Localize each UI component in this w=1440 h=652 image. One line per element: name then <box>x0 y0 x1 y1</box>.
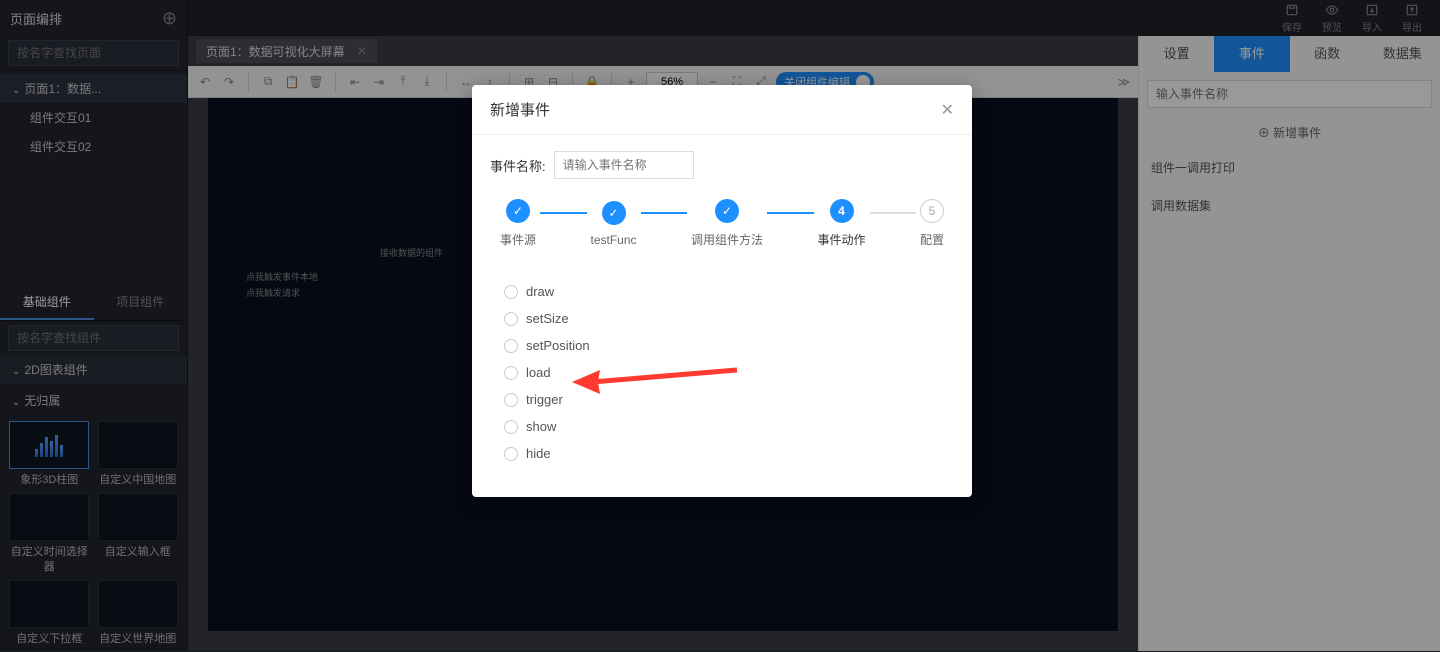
radio-show[interactable]: show <box>504 413 954 440</box>
wizard-steps: ✓事件源 ✓testFunc ✓调用组件方法 4事件动作 5配置 <box>490 199 954 268</box>
modal-close-icon[interactable]: ✕ <box>941 100 954 120</box>
modal-header: 新增事件 ✕ <box>472 85 972 135</box>
radio-setsize[interactable]: setSize <box>504 305 954 332</box>
step-config[interactable]: 5配置 <box>920 199 944 248</box>
event-name-input[interactable] <box>554 151 694 179</box>
radio-hide[interactable]: hide <box>504 440 954 467</box>
step-action[interactable]: 4事件动作 <box>818 199 866 248</box>
radio-load[interactable]: load <box>504 359 954 386</box>
radio-draw[interactable]: draw <box>504 278 954 305</box>
step-call-method[interactable]: ✓调用组件方法 <box>691 199 763 248</box>
step-source[interactable]: ✓事件源 <box>500 199 536 248</box>
modal-title: 新增事件 <box>490 99 550 120</box>
modal-body: 事件名称: ✓事件源 ✓testFunc ✓调用组件方法 4事件动作 5配置 d… <box>472 135 972 497</box>
add-event-modal: 新增事件 ✕ 事件名称: ✓事件源 ✓testFunc ✓调用组件方法 4事件动… <box>472 85 972 497</box>
step-testfunc[interactable]: ✓testFunc <box>591 201 637 247</box>
radio-setposition[interactable]: setPosition <box>504 332 954 359</box>
action-radio-list: draw setSize setPosition load trigger sh… <box>490 268 954 467</box>
event-name-label: 事件名称: <box>490 156 546 175</box>
radio-trigger[interactable]: trigger <box>504 386 954 413</box>
